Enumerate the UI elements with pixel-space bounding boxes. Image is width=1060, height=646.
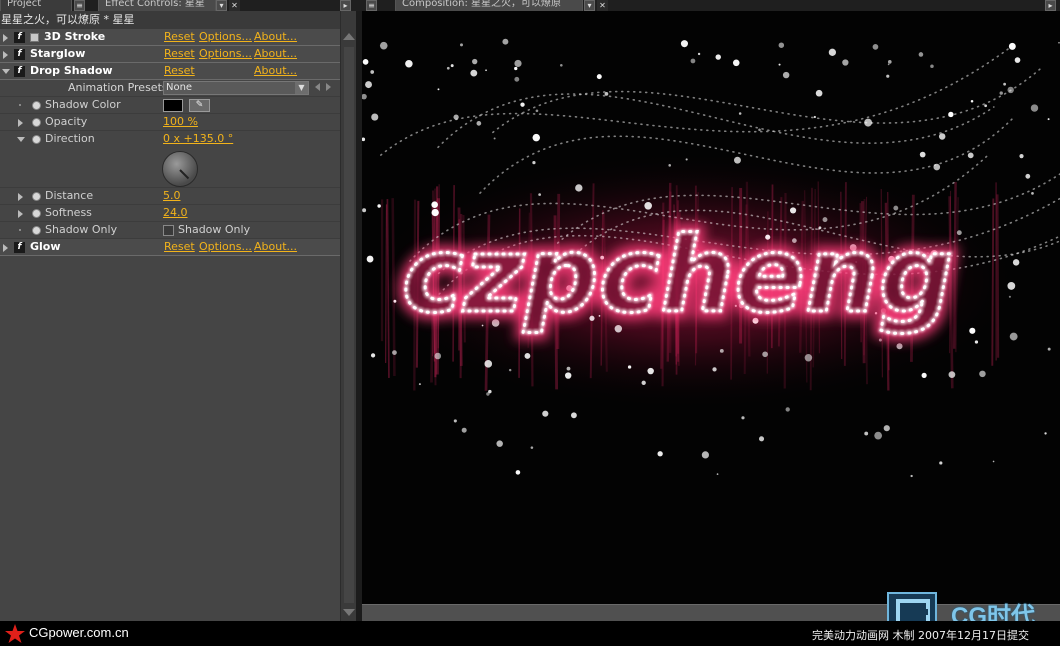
animation-presets-value: None: [166, 82, 193, 93]
effect-name: 3D Stroke: [44, 30, 106, 43]
panel-menu-icon[interactable]: ▸: [1045, 0, 1056, 11]
expand-triangle-icon[interactable]: [18, 210, 23, 218]
collapse-triangle-icon[interactable]: [17, 137, 25, 142]
effect-controls-panel: 星星之火，可以燎原 * 星星 f 3D Stroke Reset Options…: [0, 11, 340, 621]
options-link[interactable]: Options...: [199, 47, 252, 60]
effect-name: Starglow: [30, 47, 86, 60]
panel-options-icon[interactable]: ≡: [366, 0, 377, 11]
options-link[interactable]: Options...: [199, 240, 252, 253]
property-label: Opacity: [45, 115, 88, 128]
about-link[interactable]: About...: [254, 240, 297, 253]
close-icon[interactable]: ✕: [597, 0, 608, 11]
scroll-track[interactable]: [344, 47, 354, 603]
3d-cube-icon: [30, 33, 39, 42]
tab-project-label: Project: [7, 0, 42, 9]
reset-link[interactable]: Reset: [164, 240, 195, 253]
no-keyframe-icon: [19, 229, 21, 231]
color-swatch[interactable]: [163, 99, 183, 112]
property-row-shadow-only: Shadow Only Shadow Only: [0, 222, 340, 239]
effect-panel-scrollbar[interactable]: [340, 11, 356, 621]
effect-row-glow[interactable]: f Glow Reset Options... About...: [0, 239, 340, 256]
animation-presets-label: Animation Presets:: [68, 81, 172, 94]
dial-needle-icon: [179, 169, 190, 180]
reset-link[interactable]: Reset: [164, 30, 195, 43]
stopwatch-icon[interactable]: [32, 192, 41, 201]
animation-presets-row: Animation Presets: None ▼: [0, 80, 340, 97]
stopwatch-icon[interactable]: [32, 118, 41, 127]
effect-list: f 3D Stroke Reset Options... About... f …: [0, 29, 340, 256]
reset-link[interactable]: Reset: [164, 47, 195, 60]
expand-triangle-icon[interactable]: [18, 119, 23, 127]
about-link[interactable]: About...: [254, 64, 297, 77]
tab-effect-controls[interactable]: Effect Controls: 星星: [98, 0, 216, 11]
expand-triangle-icon[interactable]: [3, 51, 8, 59]
fx-toggle-icon[interactable]: f: [14, 32, 25, 43]
property-label: Softness: [45, 206, 92, 219]
no-keyframe-icon: [19, 104, 21, 106]
effect-name: Drop Shadow: [30, 64, 113, 77]
distance-value[interactable]: 5.0: [163, 189, 181, 202]
property-row-opacity: Opacity 100 %: [0, 114, 340, 131]
property-row-direction: Direction 0 x +135.0 °: [0, 131, 340, 188]
tab-composition[interactable]: Composition: 星星之火，可以燎原: [395, 0, 583, 11]
stopwatch-icon[interactable]: [32, 135, 41, 144]
panel-tab-bar: Project ≡ Effect Controls: 星星 ▾ ✕ ▸ ≡ Co…: [0, 0, 1060, 11]
reset-link[interactable]: Reset: [164, 64, 195, 77]
tab-composition-label: Composition: 星星之火，可以燎原: [402, 0, 561, 9]
stopwatch-icon[interactable]: [32, 209, 41, 218]
opacity-value[interactable]: 100 %: [163, 115, 198, 128]
close-icon[interactable]: ✕: [229, 0, 240, 11]
shadow-only-checkbox[interactable]: [163, 225, 174, 236]
property-label: Distance: [45, 189, 94, 202]
credit-text: 完美动力动画网 木制 2007年12月17日提交: [812, 629, 1029, 642]
eyedropper-icon[interactable]: ✎: [189, 99, 210, 112]
tab-dropdown-icon[interactable]: ▾: [584, 0, 595, 11]
effect-row-starglow[interactable]: f Starglow Reset Options... About...: [0, 46, 340, 63]
softness-value[interactable]: 24.0: [163, 206, 188, 219]
watermark-footer: CGpower.com.cn 完美动力动画网 木制 2007年12月17日提交: [0, 621, 1060, 646]
tab-effect-controls-label: Effect Controls: 星星: [105, 0, 205, 9]
property-row-shadow-color: Shadow Color ✎: [0, 97, 340, 114]
scroll-up-icon[interactable]: [343, 33, 355, 40]
previous-preset-icon[interactable]: [315, 83, 320, 91]
next-preset-icon[interactable]: [326, 83, 331, 91]
chevron-down-icon[interactable]: ▼: [295, 82, 308, 94]
expand-triangle-icon[interactable]: [3, 34, 8, 42]
tab-dropdown-icon[interactable]: ▾: [216, 0, 227, 11]
expand-triangle-icon[interactable]: [3, 244, 8, 252]
stopwatch-icon[interactable]: [32, 101, 41, 110]
about-link[interactable]: About...: [254, 30, 297, 43]
about-link[interactable]: About...: [254, 47, 297, 60]
direction-value[interactable]: 0 x +135.0 °: [163, 132, 233, 145]
effect-name: Glow: [30, 240, 61, 253]
layer-path-label: 星星之火，可以燎原 * 星星: [0, 11, 340, 29]
checkbox-label: Shadow Only: [178, 223, 251, 236]
effect-row-drop-shadow[interactable]: f Drop Shadow Reset About...: [0, 63, 340, 80]
site-name: CGpower.com.cn: [29, 625, 129, 640]
panel-menu-icon[interactable]: ▸: [340, 0, 351, 11]
property-label: Shadow Color: [45, 98, 121, 111]
animation-presets-dropdown[interactable]: None ▼: [163, 81, 309, 95]
tab-project[interactable]: Project: [0, 0, 72, 11]
property-label: Direction: [45, 132, 95, 145]
options-link[interactable]: Options...: [199, 30, 252, 43]
property-row-distance: Distance 5.0: [0, 188, 340, 205]
expand-triangle-icon[interactable]: [18, 193, 23, 201]
glow-text-artwork: czpcheng czpcheng czpcheng: [362, 38, 1060, 478]
property-label: Shadow Only: [45, 223, 118, 236]
cgpower-star-icon: [5, 624, 25, 643]
composition-viewer[interactable]: czpcheng czpcheng czpcheng: [362, 11, 1060, 604]
artwork-bead-text: czpcheng: [402, 214, 953, 336]
tab-menu-icon[interactable]: ≡: [74, 0, 85, 11]
property-row-softness: Softness 24.0: [0, 205, 340, 222]
fx-toggle-icon[interactable]: f: [14, 49, 25, 60]
scroll-down-icon[interactable]: [343, 609, 355, 616]
collapse-triangle-icon[interactable]: [2, 69, 10, 74]
fx-toggle-icon[interactable]: f: [14, 242, 25, 253]
stopwatch-icon[interactable]: [32, 226, 41, 235]
angle-dial[interactable]: [162, 151, 198, 187]
effect-row-3d-stroke[interactable]: f 3D Stroke Reset Options... About...: [0, 29, 340, 46]
fx-toggle-icon[interactable]: f: [14, 66, 25, 77]
